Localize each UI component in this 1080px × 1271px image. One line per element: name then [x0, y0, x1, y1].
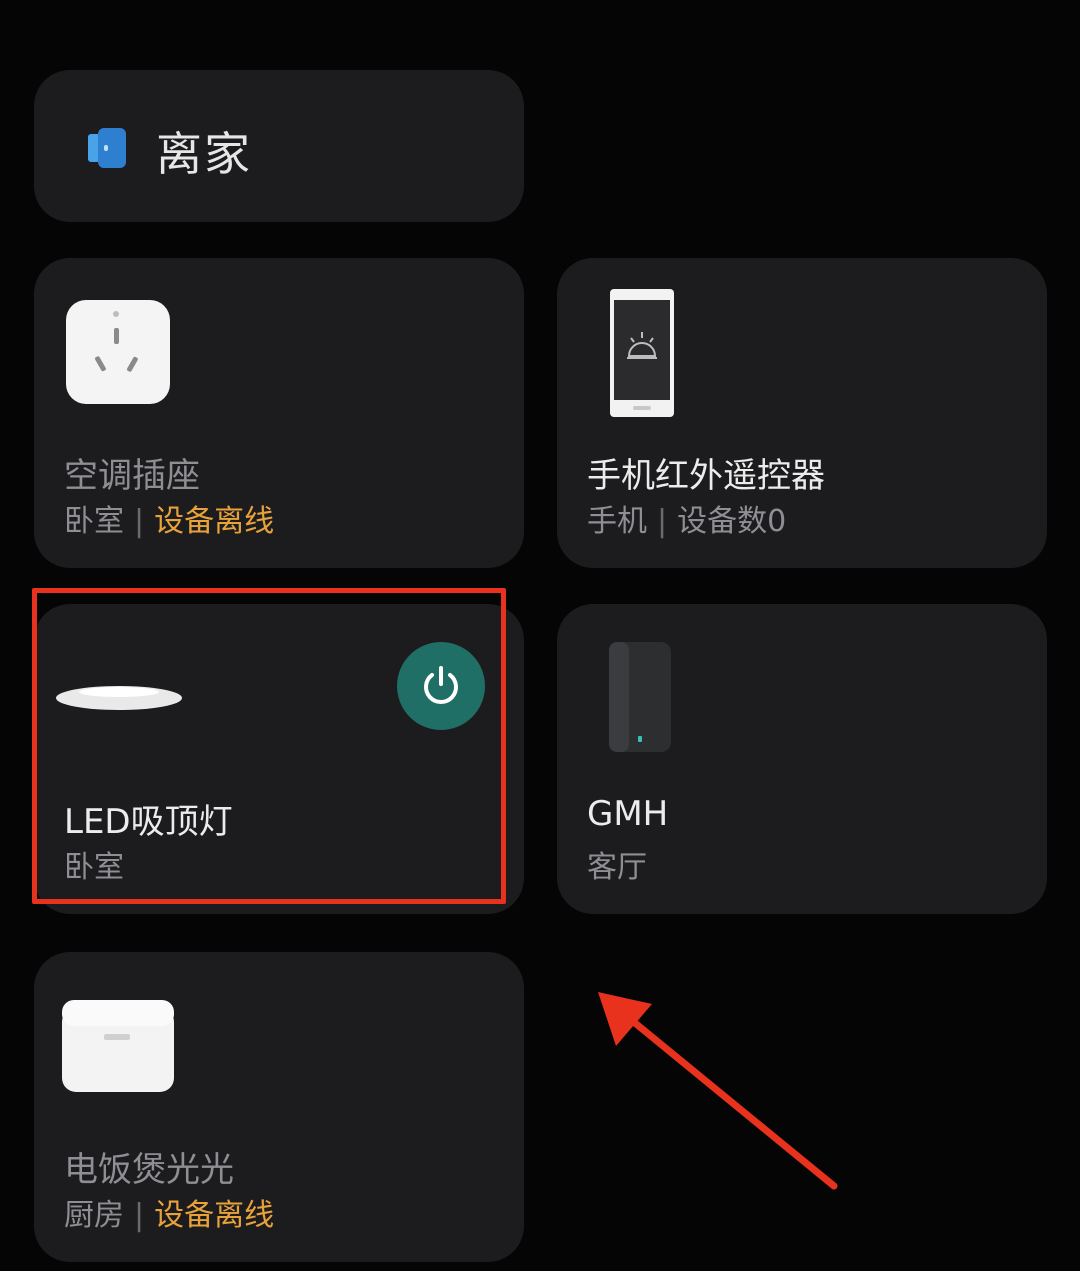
annotation-highlight-box [32, 588, 506, 904]
device-card-ac-plug[interactable]: 空调插座 卧室 | 设备离线 [34, 258, 524, 568]
device-status-offline: 设备离线 [154, 1198, 275, 1233]
device-room: 卧室 [64, 504, 124, 539]
device-card-rice-cooker[interactable]: 电饭煲光光 厨房 | 设备离线 [34, 952, 524, 1262]
separator: | [134, 504, 145, 539]
door-icon [88, 128, 126, 168]
annotation-arrow [598, 992, 838, 1190]
device-name: 空调插座 [64, 456, 200, 496]
device-name: 手机红外遥控器 [587, 456, 825, 496]
router-icon [609, 642, 671, 752]
device-room: 厨房 [64, 1198, 124, 1233]
device-room: 手机 [587, 504, 647, 539]
device-card-gmh[interactable]: GMH 客厅 [557, 604, 1047, 914]
device-room: 客厅 [587, 850, 647, 885]
rice-cooker-icon [62, 1000, 174, 1092]
device-name: GMH [587, 794, 669, 834]
device-name: 电饭煲光光 [64, 1150, 234, 1190]
smart-plug-icon [66, 300, 170, 404]
device-room-status: 卧室 | 设备离线 [64, 496, 274, 540]
device-card-ir-remote[interactable]: 手机红外遥控器 手机 | 设备数0 [557, 258, 1047, 568]
device-count: 设备数0 [677, 504, 787, 539]
separator: | [134, 1198, 145, 1233]
device-room-status: 手机 | 设备数0 [587, 496, 786, 540]
device-status-offline: 设备离线 [154, 504, 275, 539]
scene-label: 离家 [156, 127, 252, 181]
phone-remote-icon [610, 289, 674, 417]
device-room-status: 厨房 | 设备离线 [64, 1190, 274, 1234]
separator: | [657, 504, 668, 539]
